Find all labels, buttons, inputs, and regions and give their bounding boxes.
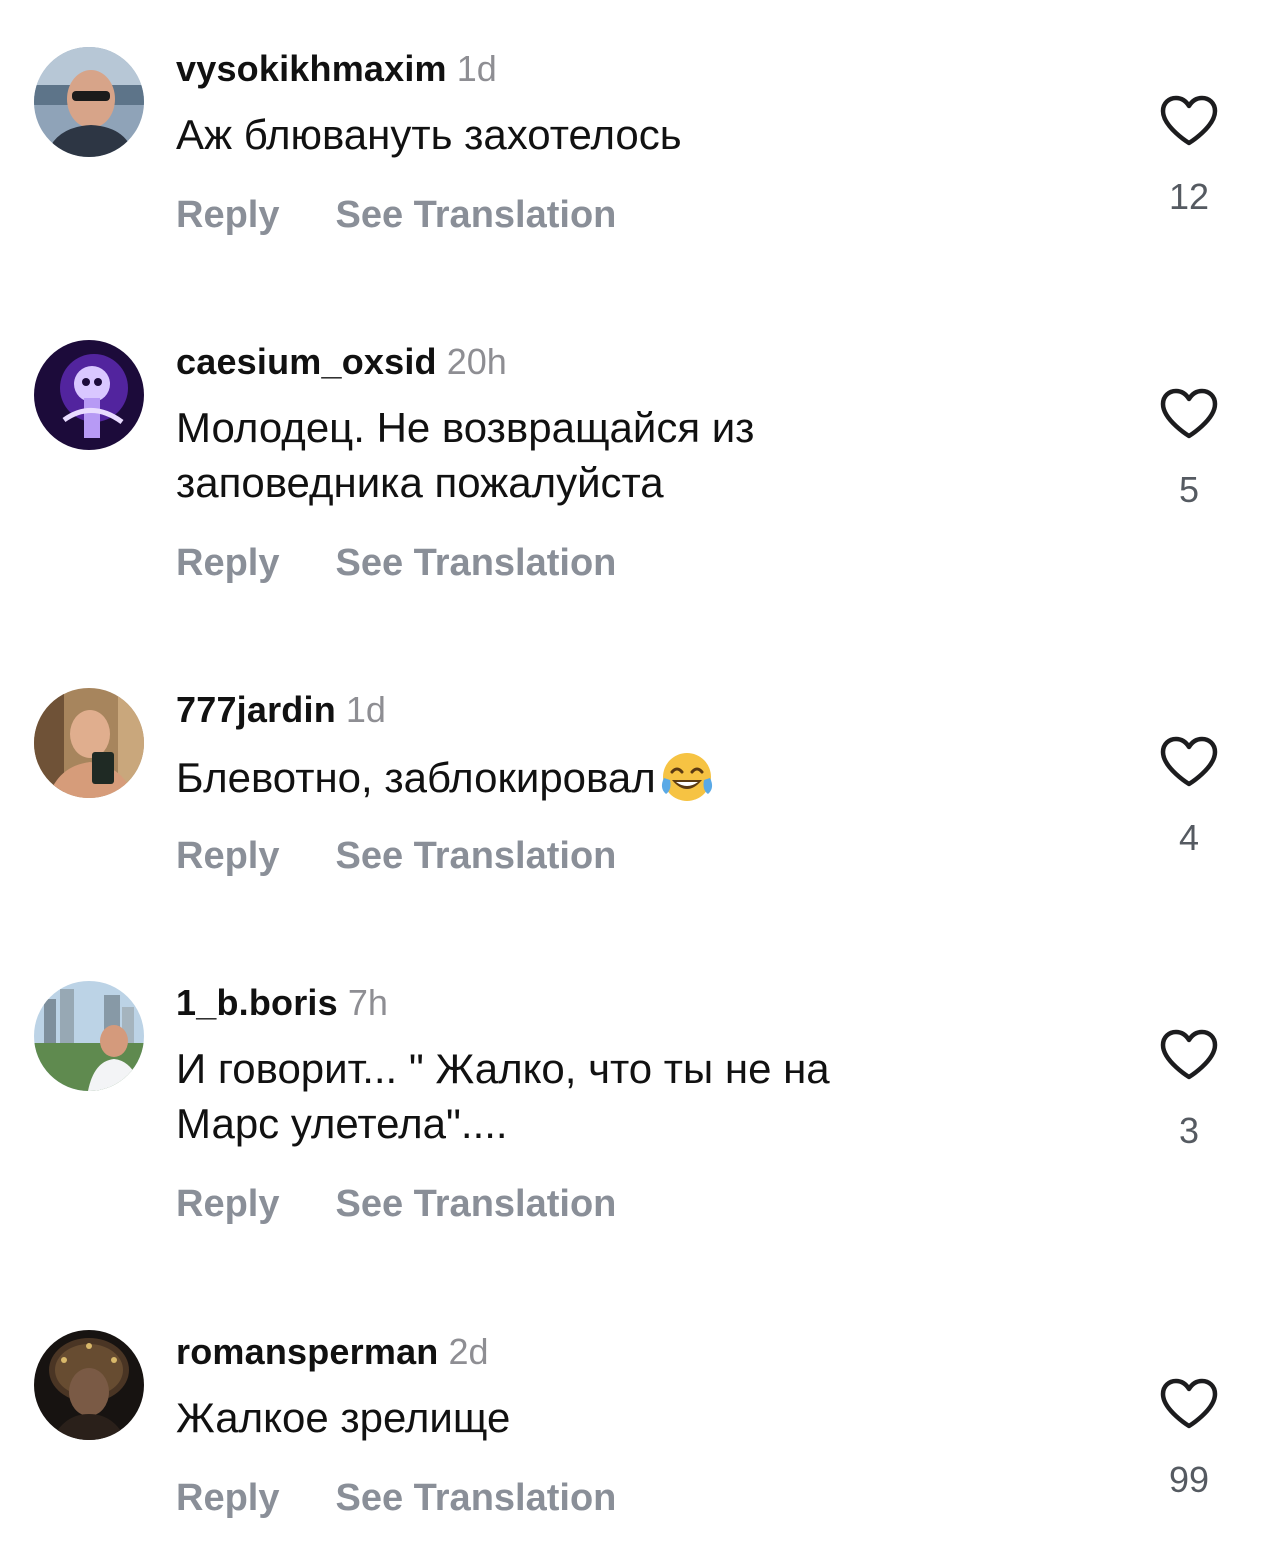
reply-button[interactable]: Reply [176,194,279,236]
man-sunglasses-sea-avatar-icon [34,47,144,157]
comment-text-line: Блевотно, заблокировал [176,748,1076,806]
dark-headdress-portrait-avatar-icon [34,1330,144,1440]
comment-text: Аж блювануть захотелось [176,107,1076,162]
comment-text-line: Марс улетела".... [176,1100,508,1147]
purple-skeleton-avatar-icon [34,340,144,450]
comment-header: caesium_oxsid 20h [176,340,507,384]
heart-icon[interactable] [1159,1029,1219,1081]
like-count: 99 [1168,1459,1210,1500]
comment-actions: Reply See Translation [176,538,616,588]
username[interactable]: 1_b.boris [176,982,338,1023]
heart-icon[interactable] [1159,736,1219,788]
heart-icon[interactable] [1159,388,1219,440]
comment-time: 1d [456,48,497,89]
comment-actions: Reply See Translation [176,1179,616,1229]
comment-text: Молодец. Не возвращайся из заповедника п… [176,400,1076,510]
user-avatar[interactable] [34,981,144,1091]
man-city-background-avatar-icon [34,981,144,1091]
comment-text: И говорит... " Жалко, что ты не на Марс … [176,1041,1076,1151]
see-translation-button[interactable]: See Translation [335,1477,616,1519]
reply-button[interactable]: Reply [176,542,279,584]
face-with-tears-of-joy-icon [661,753,712,801]
comment-header: romansperman 2d [176,1330,489,1374]
username[interactable]: vysokikhmaxim [176,48,447,89]
like-button[interactable]: 99 [1148,1378,1230,1500]
comment-actions: Reply See Translation [176,190,616,240]
user-avatar[interactable] [34,47,144,157]
see-translation-button[interactable]: See Translation [335,835,616,877]
comment-time: 1d [345,689,386,730]
comment-text: Жалкое зрелище [176,1390,1076,1445]
reply-button[interactable]: Reply [176,1477,279,1519]
comment-header: 777jardin 1d [176,688,386,732]
reply-button[interactable]: Reply [176,835,279,877]
like-button[interactable]: 12 [1148,95,1230,217]
username[interactable]: 777jardin [176,689,336,730]
comment-header: 1_b.boris 7h [176,981,388,1025]
username[interactable]: romansperman [176,1331,439,1372]
comment-text: Блевотно, заблокировал [176,748,1076,806]
comment-text-line: И говорит... " Жалко, что ты не на [176,1045,830,1092]
comment-time: 2d [448,1331,489,1372]
mirror-selfie-avatar-icon [34,688,144,798]
like-button[interactable]: 5 [1148,388,1230,510]
comment-text-line: Молодец. Не возвращайся из [176,404,755,451]
comment-text-line: Жалкое зрелище [176,1394,511,1441]
like-count: 4 [1178,817,1200,858]
user-avatar[interactable] [34,340,144,450]
comment-actions: Reply See Translation [176,1473,616,1523]
user-avatar[interactable] [34,688,144,798]
like-count: 12 [1168,176,1210,217]
heart-icon[interactable] [1159,1378,1219,1430]
see-translation-button[interactable]: See Translation [335,194,616,236]
like-count: 5 [1178,469,1200,510]
user-avatar[interactable] [34,1330,144,1440]
comment-time: 7h [347,982,388,1023]
heart-icon[interactable] [1159,95,1219,147]
like-count: 3 [1178,1110,1200,1151]
comment-time: 20h [446,341,507,382]
like-button[interactable]: 4 [1148,736,1230,858]
comment-text-line: Аж блювануть захотелось [176,111,682,158]
comment-header: vysokikhmaxim 1d [176,47,497,91]
reply-button[interactable]: Reply [176,1183,279,1225]
comment-actions: Reply See Translation [176,831,616,881]
username[interactable]: caesium_oxsid [176,341,437,382]
comment-text-content: Блевотно, заблокировал [176,754,656,801]
see-translation-button[interactable]: See Translation [335,542,616,584]
like-button[interactable]: 3 [1148,1029,1230,1151]
see-translation-button[interactable]: See Translation [335,1183,616,1225]
comment-text-line: заповедника пожалуйста [176,459,664,506]
